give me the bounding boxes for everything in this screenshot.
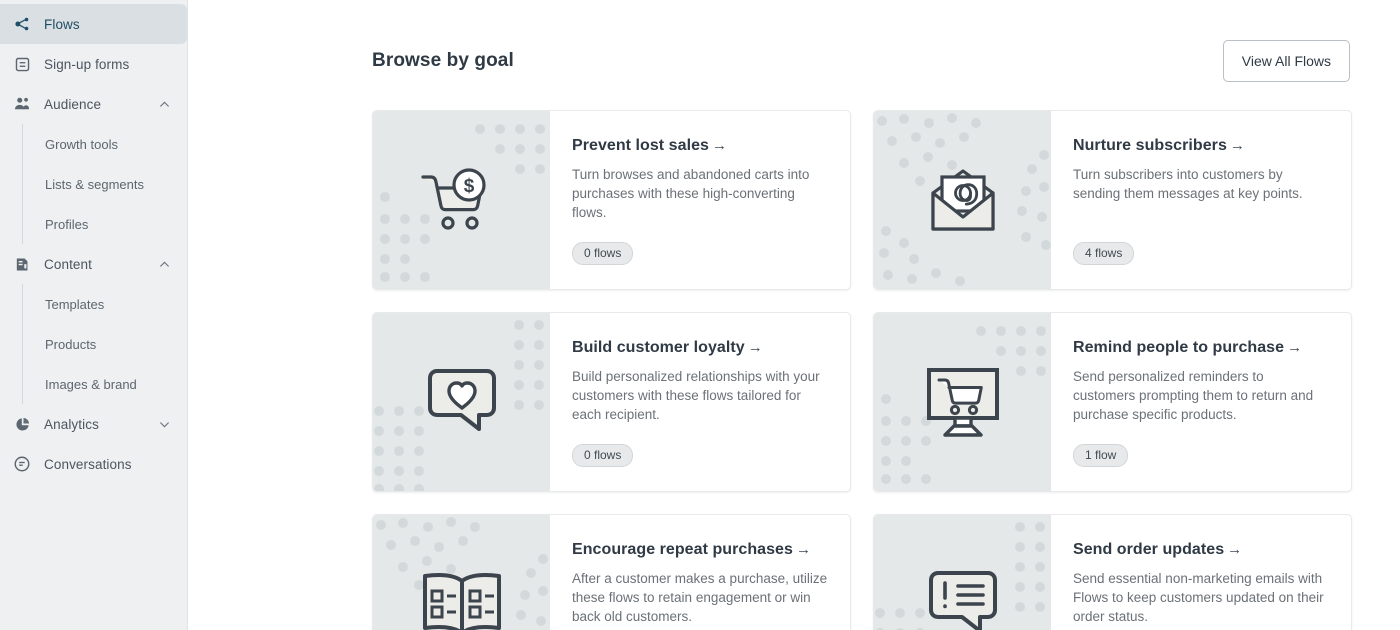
sidebar-subitem-label: Lists & segments xyxy=(45,176,144,192)
goal-card[interactable]: Encourage repeat purchases → After a cust… xyxy=(372,514,851,630)
goal-card[interactable]: Build customer loyalty → Build personaliz… xyxy=(372,312,851,492)
sidebar-item-products[interactable]: Products xyxy=(23,324,187,364)
flows-icon xyxy=(12,14,32,34)
sidebar-item-profiles[interactable]: Profiles xyxy=(23,204,187,244)
sidebar-subitem-label: Products xyxy=(45,336,97,352)
sidebar-subitem-label: Profiles xyxy=(45,216,89,232)
card-title: Remind people to purchase → xyxy=(1073,339,1329,357)
app-root: Flows Sign-up forms Audience Growth tool… xyxy=(0,0,1400,630)
card-description: After a customer makes a purchase, utili… xyxy=(572,571,828,624)
arrow-right-icon: → xyxy=(1229,137,1245,154)
speech-bubble-alert-icon xyxy=(928,571,997,630)
sidebar-item-analytics[interactable]: Analytics xyxy=(0,404,187,444)
card-thumbnail xyxy=(373,313,550,491)
chevron-up-icon[interactable] xyxy=(157,257,171,271)
sidebar-item-audience[interactable]: Audience xyxy=(0,84,187,124)
card-title: Prevent lost sales → xyxy=(572,137,828,155)
card-title: Nurture subscribers → xyxy=(1073,137,1329,155)
sidebar-item-sign-up-forms[interactable]: Sign-up forms xyxy=(0,44,187,84)
sidebar-subnav-content: Templates Products Images & brand xyxy=(22,284,187,404)
sidebar: Flows Sign-up forms Audience Growth tool… xyxy=(0,0,188,630)
sidebar-item-label: Analytics xyxy=(44,416,99,432)
content-icon xyxy=(12,254,32,274)
sidebar-subnav-audience: Growth tools Lists & segments Profiles xyxy=(22,124,187,244)
goal-card-grid: $ Prevent lost sales → Turn browses and a… xyxy=(372,110,1352,630)
card-description: Turn browses and abandoned carts into pu… xyxy=(572,167,810,220)
goal-card[interactable]: Remind people to purchase → Send personal… xyxy=(873,312,1352,492)
card-title-text: Remind people to purchase xyxy=(1073,339,1285,356)
sidebar-item-growth-tools[interactable]: Growth tools xyxy=(23,124,187,164)
sidebar-item-label: Content xyxy=(44,256,92,272)
card-title-text: Send order updates xyxy=(1073,541,1225,558)
goal-card[interactable]: Send order updates → Send essential non-m… xyxy=(873,514,1352,630)
card-description: Turn subscribers into customers by sendi… xyxy=(1073,167,1303,201)
sidebar-item-label: Flows xyxy=(44,16,80,32)
card-title-text: Build customer loyalty xyxy=(572,339,745,356)
card-thumbnail xyxy=(373,515,550,630)
open-envelope-at-icon xyxy=(930,169,995,231)
page-title: Browse by goal xyxy=(372,50,514,71)
sidebar-subitem-label: Images & brand xyxy=(45,376,137,392)
speech-bubble-heart-icon xyxy=(427,369,496,431)
card-title: Send order updates → xyxy=(1073,541,1329,559)
card-title-text: Encourage repeat purchases xyxy=(572,541,793,558)
open-catalog-icon xyxy=(422,573,501,630)
card-description: Send personalized reminders to customers… xyxy=(1073,369,1314,422)
audience-icon xyxy=(12,94,32,114)
svg-text:$: $ xyxy=(463,176,474,197)
card-thumbnail: $ xyxy=(373,111,550,289)
card-title: Build customer loyalty → xyxy=(572,339,828,357)
sidebar-item-flows[interactable]: Flows xyxy=(0,4,187,44)
goal-card[interactable]: Nurture subscribers → Turn subscribers in… xyxy=(873,110,1352,290)
arrow-right-icon: → xyxy=(1227,541,1243,558)
sidebar-subitem-label: Growth tools xyxy=(45,136,118,152)
sidebar-item-lists-segments[interactable]: Lists & segments xyxy=(23,164,187,204)
analytics-icon xyxy=(12,414,32,434)
card-description: Build personalized relationships with yo… xyxy=(572,369,820,422)
form-icon xyxy=(12,54,32,74)
flow-count-badge: 1 flow xyxy=(1073,444,1129,467)
chevron-down-icon[interactable] xyxy=(157,417,171,431)
card-title: Encourage repeat purchases → xyxy=(572,541,828,559)
section-header: Browse by goal View All Flows xyxy=(372,40,1350,82)
sidebar-item-label: Audience xyxy=(44,96,102,112)
flow-count-badge: 4 flows xyxy=(1073,242,1135,265)
card-title-text: Prevent lost sales xyxy=(572,137,709,154)
sidebar-item-content[interactable]: Content xyxy=(0,244,187,284)
arrow-right-icon: → xyxy=(795,541,812,558)
card-description: Send essential non-marketing emails with… xyxy=(1073,571,1324,624)
sidebar-subitem-label: Templates xyxy=(45,296,105,312)
chevron-up-icon[interactable] xyxy=(157,97,171,111)
card-title-text: Nurture subscribers xyxy=(1073,137,1227,154)
arrow-right-icon: → xyxy=(747,339,763,356)
card-thumbnail xyxy=(874,515,1051,630)
arrow-right-icon: → xyxy=(1287,339,1303,356)
sidebar-item-label: Conversations xyxy=(44,456,132,472)
view-all-flows-button[interactable]: View All Flows xyxy=(1222,40,1350,82)
arrow-right-icon: → xyxy=(711,137,728,154)
goal-card[interactable]: $ Prevent lost sales → Turn browses and a… xyxy=(372,110,851,290)
card-thumbnail xyxy=(874,111,1051,289)
main-content: Browse by goal View All Flows $ Prevent … xyxy=(188,0,1400,630)
sidebar-item-templates[interactable]: Templates xyxy=(23,284,187,324)
sidebar-item-label: Sign-up forms xyxy=(44,56,130,72)
shopping-cart-dollar-icon: $ xyxy=(420,168,486,230)
monitor-cart-icon xyxy=(926,368,999,437)
card-thumbnail xyxy=(874,313,1051,491)
conversations-icon xyxy=(12,454,32,474)
sidebar-item-conversations[interactable]: Conversations xyxy=(0,444,187,484)
flow-count-badge: 0 flows xyxy=(572,242,634,265)
sidebar-item-images-brand[interactable]: Images & brand xyxy=(23,364,187,404)
flow-count-badge: 0 flows xyxy=(572,444,634,467)
